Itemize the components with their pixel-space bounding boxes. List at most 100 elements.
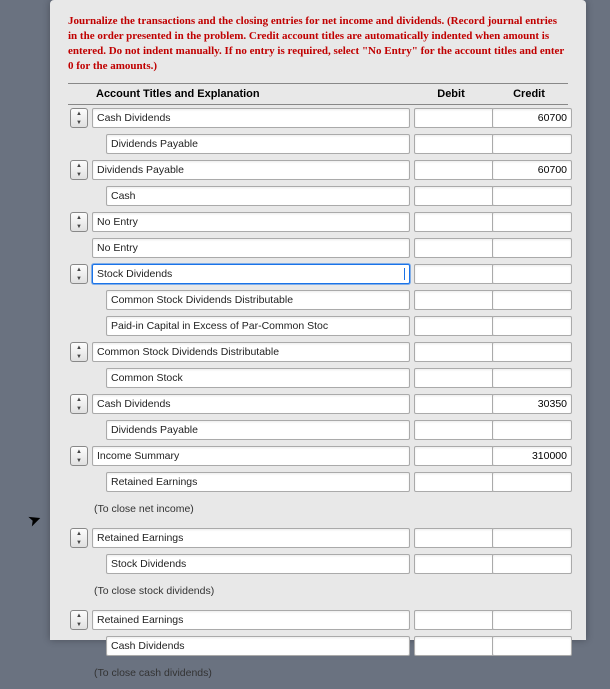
row-stepper[interactable]: ▲▼: [70, 528, 88, 548]
debit-field[interactable]: [414, 420, 494, 440]
credit-field[interactable]: [492, 290, 572, 310]
account-field[interactable]: Cash Dividends: [106, 636, 410, 656]
row-stepper[interactable]: ▲▼: [70, 212, 88, 232]
debit-field[interactable]: [414, 212, 494, 232]
table-row: ▲▼No Entry: [68, 209, 568, 235]
account-cell: Dividends Payable: [90, 157, 412, 183]
credit-field[interactable]: 60700: [492, 160, 572, 180]
credit-field[interactable]: 60700: [492, 108, 572, 128]
account-field[interactable]: Stock Dividends: [106, 554, 410, 574]
table-row: (To close stock dividends): [68, 577, 568, 607]
table-row: ▲▼Stock Dividends: [68, 261, 568, 287]
table-row: ▲▼Dividends Payable 60700: [68, 157, 568, 183]
account-field[interactable]: Retained Earnings: [92, 528, 410, 548]
table-row: (To close cash dividends): [68, 659, 568, 689]
table-row: ▲▼Cash Dividends30350: [68, 391, 568, 417]
account-field[interactable]: Common Stock Dividends Distributable: [106, 290, 410, 310]
account-field[interactable]: Retained Earnings: [106, 472, 410, 492]
debit-cell: [412, 633, 490, 659]
debit-field[interactable]: [414, 394, 494, 414]
debit-field[interactable]: [414, 160, 494, 180]
row-stepper[interactable]: ▲▼: [70, 264, 88, 284]
debit-field[interactable]: [414, 186, 494, 206]
credit-cell: 60700: [490, 157, 568, 183]
debit-field[interactable]: [414, 134, 494, 154]
account-field[interactable]: No Entry: [92, 212, 410, 232]
debit-field[interactable]: [414, 528, 494, 548]
row-stepper-cell: [68, 577, 90, 607]
account-field[interactable]: Cash: [106, 186, 410, 206]
account-cell: Cash Dividends: [90, 391, 412, 417]
row-stepper-cell: ▲▼: [68, 261, 90, 287]
debit-field[interactable]: [414, 610, 494, 630]
credit-field[interactable]: [492, 368, 572, 388]
credit-cell: [490, 131, 568, 157]
row-stepper-cell: [68, 633, 90, 659]
account-field[interactable]: Common Stock: [106, 368, 410, 388]
account-field[interactable]: Dividends Payable: [92, 160, 410, 180]
row-stepper-cell: ▲▼: [68, 339, 90, 365]
credit-cell: [490, 551, 568, 577]
credit-field[interactable]: [492, 134, 572, 154]
credit-field[interactable]: 30350: [492, 394, 572, 414]
account-field[interactable]: Income Summary: [92, 446, 410, 466]
row-stepper-cell: [68, 365, 90, 391]
row-stepper-cell: [68, 495, 90, 525]
debit-cell: [412, 443, 490, 469]
header-account: Account Titles and Explanation: [90, 84, 412, 105]
mouse-cursor-icon: ➤: [25, 508, 44, 531]
row-stepper[interactable]: ▲▼: [70, 610, 88, 630]
debit-field[interactable]: [414, 316, 494, 336]
credit-field[interactable]: [492, 528, 572, 548]
credit-cell: [490, 417, 568, 443]
debit-field[interactable]: [414, 446, 494, 466]
debit-field[interactable]: [414, 108, 494, 128]
debit-field[interactable]: [414, 290, 494, 310]
account-field[interactable]: Paid-in Capital in Excess of Par-Common …: [106, 316, 410, 336]
credit-field[interactable]: [492, 186, 572, 206]
account-field[interactable]: Dividends Payable: [106, 134, 410, 154]
debit-field[interactable]: [414, 636, 494, 656]
credit-field[interactable]: [492, 636, 572, 656]
table-row: Common Stock: [68, 365, 568, 391]
row-stepper[interactable]: ▲▼: [70, 160, 88, 180]
account-field[interactable]: Cash Dividends: [92, 394, 410, 414]
account-cell: Retained Earnings: [90, 525, 412, 551]
table-row: ▲▼Retained Earnings: [68, 525, 568, 551]
credit-field[interactable]: [492, 420, 572, 440]
credit-field[interactable]: [492, 212, 572, 232]
credit-field[interactable]: [492, 264, 572, 284]
account-cell: Stock Dividends: [90, 551, 412, 577]
row-stepper-cell: ▲▼: [68, 157, 90, 183]
table-row: Common Stock Dividends Distributable: [68, 287, 568, 313]
account-field[interactable]: No Entry: [92, 238, 410, 258]
credit-field[interactable]: [492, 610, 572, 630]
row-stepper[interactable]: ▲▼: [70, 108, 88, 128]
row-stepper-cell: [68, 235, 90, 261]
debit-field[interactable]: [414, 368, 494, 388]
debit-field[interactable]: [414, 472, 494, 492]
row-stepper[interactable]: ▲▼: [70, 342, 88, 362]
row-stepper-cell: [68, 469, 90, 495]
account-field[interactable]: Common Stock Dividends Distributable: [92, 342, 410, 362]
debit-field[interactable]: [414, 342, 494, 362]
credit-field[interactable]: 310000: [492, 446, 572, 466]
credit-field[interactable]: [492, 316, 572, 336]
row-stepper[interactable]: ▲▼: [70, 394, 88, 414]
row-stepper[interactable]: ▲▼: [70, 446, 88, 466]
account-cell: Common Stock: [90, 365, 412, 391]
account-field[interactable]: Retained Earnings: [92, 610, 410, 630]
credit-field[interactable]: [492, 238, 572, 258]
account-field[interactable]: Stock Dividends: [92, 264, 410, 284]
account-field[interactable]: Cash Dividends: [92, 108, 410, 128]
row-stepper-cell: [68, 183, 90, 209]
account-field[interactable]: Dividends Payable: [106, 420, 410, 440]
credit-field[interactable]: [492, 472, 572, 492]
debit-field[interactable]: [414, 238, 494, 258]
debit-field[interactable]: [414, 554, 494, 574]
account-cell: Paid-in Capital in Excess of Par-Common …: [90, 313, 412, 339]
debit-cell: [412, 313, 490, 339]
debit-field[interactable]: [414, 264, 494, 284]
credit-field[interactable]: [492, 554, 572, 574]
credit-field[interactable]: [492, 342, 572, 362]
